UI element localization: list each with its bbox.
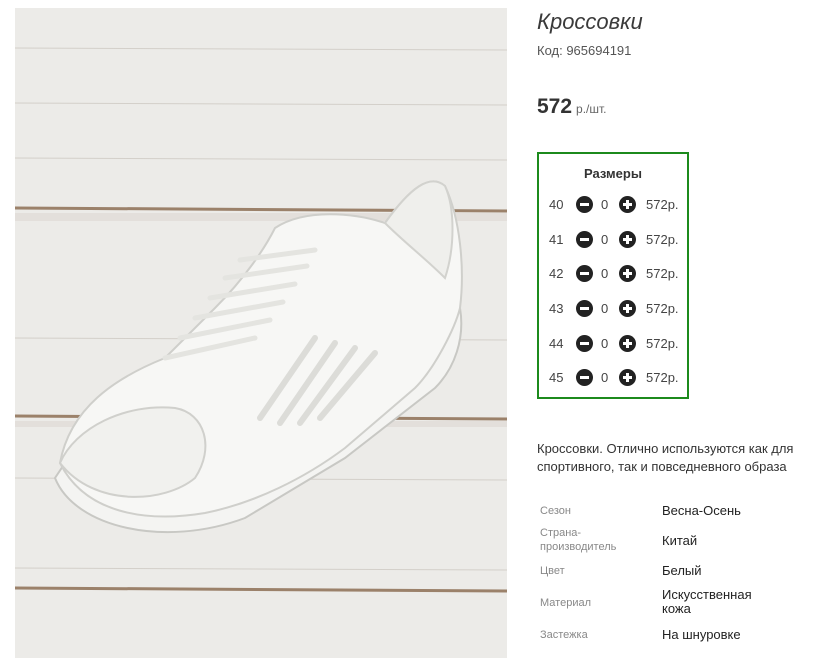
size-quantity: 0: [601, 301, 609, 316]
size-row-42: 42 0 572р.: [539, 263, 687, 285]
attr-label-color: Цвет: [540, 565, 565, 577]
product-title: Кроссовки: [537, 9, 643, 34]
plus-circle-icon[interactable]: [619, 265, 636, 282]
plus-circle-icon[interactable]: [619, 196, 636, 213]
size-quantity: 0: [601, 370, 609, 385]
attr-value-color: Белый: [662, 563, 702, 578]
price-unit: р./шт.: [576, 102, 607, 116]
size-quantity: 0: [601, 336, 609, 351]
size-price: 572р.: [646, 266, 679, 281]
size-row-44: 44 0 572р.: [539, 333, 687, 355]
plus-circle-icon[interactable]: [619, 300, 636, 317]
size-price: 572р.: [646, 301, 679, 316]
size-label: 43: [549, 301, 564, 316]
product-description: Кроссовки. Отлично используются как для …: [537, 441, 794, 474]
product-photo[interactable]: [15, 8, 507, 658]
attr-value-material: Искусственная кожа: [662, 587, 752, 616]
size-price: 572р.: [646, 370, 679, 385]
product-sku: Код: 965694191: [537, 43, 632, 58]
sizes-title: Размеры: [584, 166, 642, 181]
size-label: 44: [549, 336, 564, 351]
plus-circle-icon[interactable]: [619, 231, 636, 248]
attr-label-country: Страна- производитель: [540, 527, 617, 553]
size-quantity: 0: [601, 266, 609, 281]
attr-value-country: Китай: [662, 533, 698, 548]
attr-label-fastener: Застежка: [540, 629, 588, 641]
minus-circle-icon[interactable]: [576, 335, 593, 352]
size-label: 42: [549, 266, 564, 281]
size-price: 572р.: [646, 336, 679, 351]
minus-circle-icon[interactable]: [576, 300, 593, 317]
product-price: 572 р./шт.: [537, 95, 607, 119]
attr-value-season: Весна-Осень: [662, 503, 741, 518]
size-row-41: 41 0 572р.: [539, 229, 687, 251]
sizes-panel: Размеры 40 0 572р. 41 0 572р. 42 0 572р.…: [537, 152, 689, 399]
minus-circle-icon[interactable]: [576, 369, 593, 386]
size-label: 45: [549, 370, 564, 385]
size-row-40: 40 0 572р.: [539, 194, 687, 216]
size-price: 572р.: [646, 197, 679, 212]
plus-circle-icon[interactable]: [619, 335, 636, 352]
sneaker-image: [15, 8, 507, 658]
size-quantity: 0: [601, 232, 609, 247]
attr-label-season: Сезон: [540, 505, 571, 517]
minus-circle-icon[interactable]: [576, 196, 593, 213]
size-row-43: 43 0 572р.: [539, 298, 687, 320]
attr-value-fastener: На шнуровке: [662, 627, 741, 642]
minus-circle-icon[interactable]: [576, 231, 593, 248]
plus-circle-icon[interactable]: [619, 369, 636, 386]
attr-label-material: Материал: [540, 597, 591, 609]
size-row-45: 45 0 572р.: [539, 367, 687, 389]
size-label: 41: [549, 232, 564, 247]
minus-circle-icon[interactable]: [576, 265, 593, 282]
size-quantity: 0: [601, 197, 609, 212]
price-amount: 572: [537, 95, 573, 118]
size-price: 572р.: [646, 232, 679, 247]
size-label: 40: [549, 197, 564, 212]
